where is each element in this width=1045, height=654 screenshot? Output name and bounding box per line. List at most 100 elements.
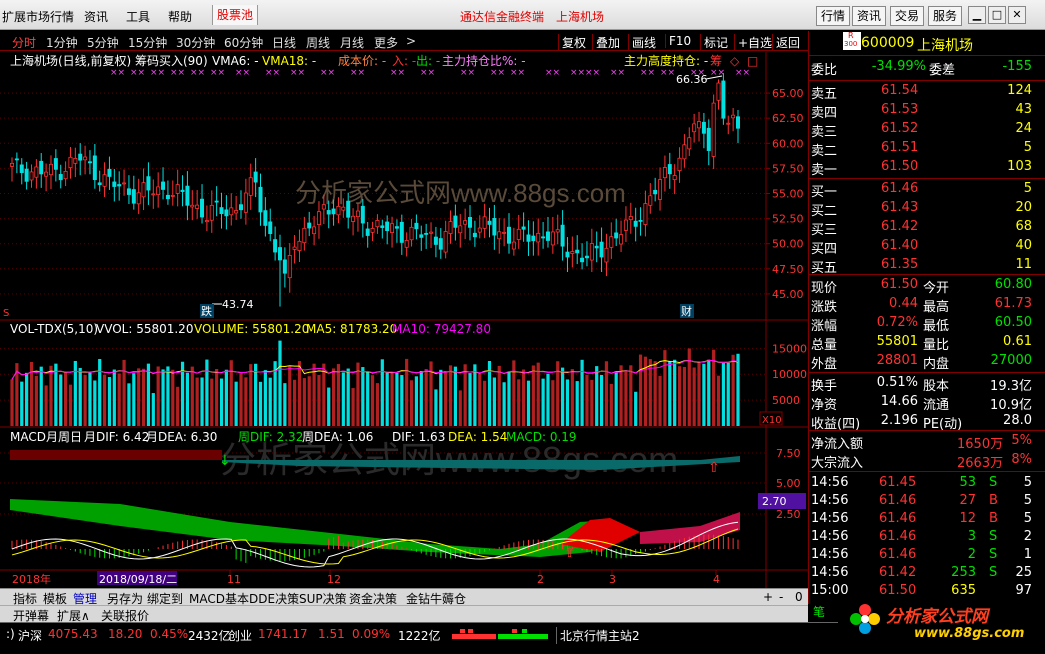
period-15min[interactable]: 15分钟 [128,34,167,51]
volume-bar [127,383,131,426]
period-monthly[interactable]: 月线 [340,34,364,51]
zoom-in-button[interactable]: + [760,590,776,604]
volume-bar [268,377,272,426]
quote-button[interactable]: 行情 [816,6,851,26]
sell-row[interactable]: 卖三 61.52 24 [809,121,1045,140]
buy-row[interactable]: 买一 61.46 5 [809,181,1045,200]
buy-row[interactable]: 买二 61.43 20 [809,200,1045,219]
volume-bar [419,370,423,426]
service-button[interactable]: 服务 [928,6,963,26]
stat2-value: 2.196 [880,413,918,428]
add-watchlist-button[interactable]: +自选 [734,34,772,51]
volume-bar [156,366,160,426]
menu-stock-pool[interactable]: 股票池 [212,5,259,25]
menu-extended-market[interactable]: 扩展市场行情 [2,8,74,25]
candle-body [575,249,580,254]
volume-bar [185,372,190,426]
sell-row[interactable]: 卖五 61.54 124 [809,83,1045,102]
minimize-icon[interactable]: ▁ [968,6,986,24]
die-tag[interactable]: 跌 [201,304,212,318]
adjust-button[interactable]: 复权 [558,34,586,51]
buy-row[interactable]: 买四 61.40 40 [809,238,1045,257]
sell-row[interactable]: 卖一 61.50 103 [809,159,1045,178]
sell-volume: 5 [1023,140,1032,155]
period-30min[interactable]: 30分钟 [176,34,215,51]
signal-x-marker: ×× [290,68,305,78]
period-more[interactable]: 更多 [374,34,398,51]
stat-label-2: 内盘 [923,357,950,372]
maximize-icon[interactable]: □ [988,6,1006,24]
tick-row: 14:56 61.42 253 S 25 [809,565,1045,583]
volume-bar [697,362,701,426]
tick-time: 14:56 [811,529,849,544]
candle-body [721,80,726,119]
stat-value: 0.72% [876,315,918,330]
back-button[interactable]: 返回 [772,34,800,51]
chou-marker[interactable]: 筹 [710,54,722,68]
period-weekly[interactable]: 周线 [306,34,330,51]
stat2-label: 净资 [811,398,838,413]
close-icon[interactable]: ✕ [1008,6,1026,24]
holding-ratio-label: 主力持仓比%: - [442,53,526,68]
period-5min[interactable]: 5分钟 [87,34,119,51]
volume-bar [512,360,516,426]
candle-body [677,157,682,172]
reset-zoom-button[interactable]: 0 [792,590,806,604]
trade-button[interactable]: 交易 [890,6,925,26]
stat2-value: 0.51% [876,375,918,390]
volume-bar [409,380,414,426]
volume-bar [176,386,180,426]
stat-label-2: 量比 [923,338,950,353]
candle-body [672,175,677,181]
draw-line-button[interactable]: 画线 [628,34,656,51]
volume-bar [702,363,706,426]
month-tick-label: 3 [609,573,616,586]
tick-time: 14:56 [811,475,849,490]
f10-button[interactable]: F10 [665,34,691,48]
kline-chart-area[interactable]: 分析家公式网www.88gs.com 上海机场(日线,前复权) 筹码买入(90)… [0,52,808,604]
wei-cha-label: 委差 [929,63,956,78]
menu-tools[interactable]: 工具 [126,8,150,25]
app-title: 通达信金融终端 [460,10,545,24]
server-label[interactable]: 北京行情主站2 [556,627,640,644]
period-daily[interactable]: 日线 [272,34,296,51]
period-next-arrow[interactable]: > [406,34,416,48]
signal-x-marker: ×× [235,68,250,78]
stat2-value-2: 10.9亿 [990,398,1032,413]
candle-body [380,225,385,228]
ma10-label: MA10: 79427.80 [392,322,491,336]
stat-label: 涨幅 [811,319,838,334]
mark-button[interactable]: 标记 [700,34,728,51]
buy-row[interactable]: 买三 61.42 68 [809,219,1045,238]
stat-value-2: 60.80 [994,277,1032,292]
menu-help[interactable]: 帮助 [168,8,192,25]
index-name[interactable]: 沪深 [18,627,42,644]
candle-body [170,194,175,197]
volume-bar [346,368,350,426]
period-intraday[interactable]: 分时 [12,34,36,51]
volume-bar [141,368,146,426]
candle-body [175,184,180,194]
zoom-out-button[interactable]: - [776,590,786,604]
candle-body [316,211,321,226]
period-60min[interactable]: 60分钟 [224,34,263,51]
menu-news[interactable]: 资讯 [84,8,108,25]
candle-body [497,231,502,240]
cai-tag[interactable]: 财 [681,304,692,318]
news-button[interactable]: 资讯 [852,6,887,26]
tick-tab[interactable]: 笔 [813,603,826,620]
high-holding-label: 主力高度持仓: - [624,53,708,68]
candle-body [433,236,438,245]
cy-name[interactable]: 创业 [228,627,252,644]
sell-row[interactable]: 卖二 61.51 5 [809,140,1045,159]
volume-bar [551,380,555,426]
volume-bar [249,364,253,426]
wei-bi-value: -34.99% [871,59,926,74]
overlay-button[interactable]: 叠加 [592,34,620,51]
cost-label: 成本价: - [338,54,386,68]
candle-body [697,121,702,129]
period-1min[interactable]: 1分钟 [46,34,78,51]
volume-bar [619,365,623,426]
volume-bar [380,359,384,426]
sell-row[interactable]: 卖四 61.53 43 [809,102,1045,121]
